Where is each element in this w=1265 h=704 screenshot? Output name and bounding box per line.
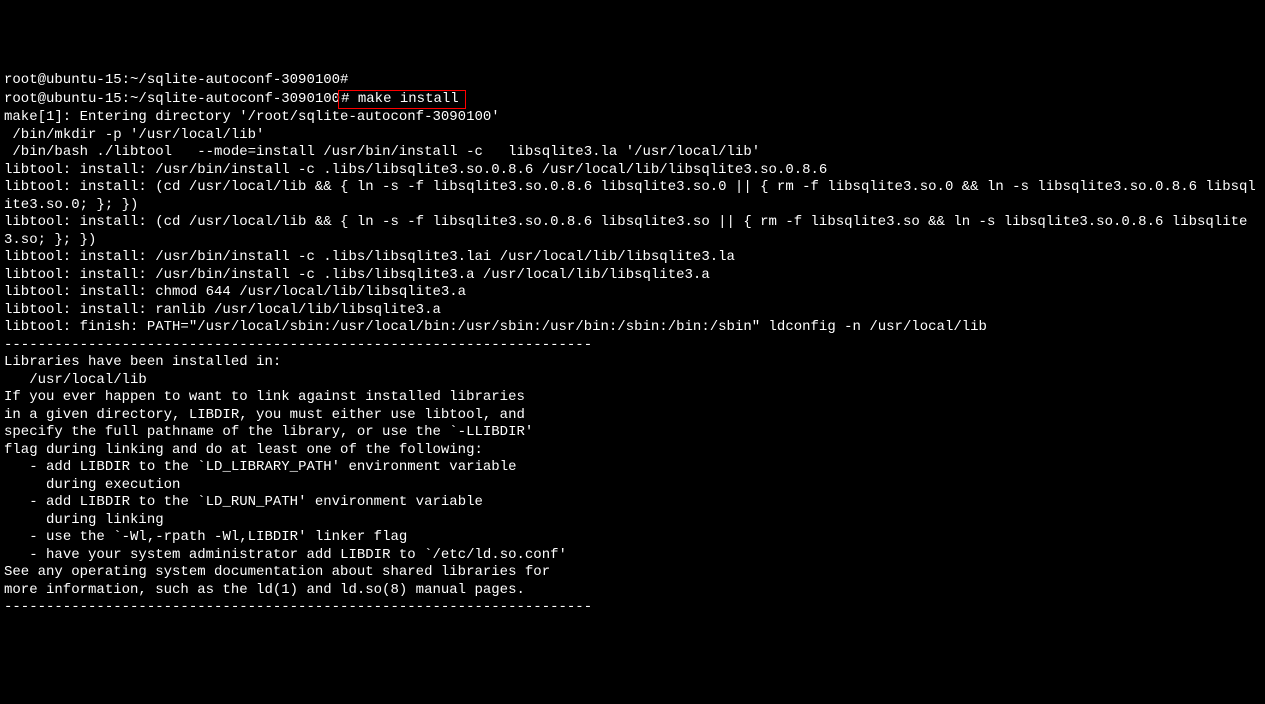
command-highlight-box: # make install — [338, 90, 466, 110]
output-line: libtool: install: /usr/bin/install -c .l… — [4, 249, 1261, 267]
prompt-text: root@ubuntu-15:~/sqlite-autoconf-3090100 — [4, 91, 340, 107]
output-line: - add LIBDIR to the `LD_RUN_PATH' enviro… — [4, 494, 1261, 512]
output-line: If you ever happen to want to link again… — [4, 389, 1261, 407]
output-line: libtool: install: /usr/bin/install -c .l… — [4, 162, 1261, 180]
output-line: - have your system administrator add LIB… — [4, 547, 1261, 565]
output-line: specify the full pathname of the library… — [4, 424, 1261, 442]
output-line: libtool: finish: PATH="/usr/local/sbin:/… — [4, 319, 1261, 337]
output-line: during execution — [4, 477, 1261, 495]
output-line: libtool: install: chmod 644 /usr/local/l… — [4, 284, 1261, 302]
output-line: in a given directory, LIBDIR, you must e… — [4, 407, 1261, 425]
prompt-line-empty: root@ubuntu-15:~/sqlite-autoconf-3090100… — [4, 72, 1261, 90]
output-line: /usr/local/lib — [4, 372, 1261, 390]
output-line: flag during linking and do at least one … — [4, 442, 1261, 460]
output-line: libtool: install: (cd /usr/local/lib && … — [4, 179, 1261, 214]
output-line: make[1]: Entering directory '/root/sqlit… — [4, 109, 1261, 127]
output-line: libtool: install: ranlib /usr/local/lib/… — [4, 302, 1261, 320]
output-line: - add LIBDIR to the `LD_LIBRARY_PATH' en… — [4, 459, 1261, 477]
output-line: ----------------------------------------… — [4, 337, 1261, 355]
output-line: libtool: install: /usr/bin/install -c .l… — [4, 267, 1261, 285]
output-line: ----------------------------------------… — [4, 599, 1261, 617]
terminal-output[interactable]: root@ubuntu-15:~/sqlite-autoconf-3090100… — [4, 72, 1261, 617]
output-line: - use the `-Wl,-rpath -Wl,LIBDIR' linker… — [4, 529, 1261, 547]
output-line: more information, such as the ld(1) and … — [4, 582, 1261, 600]
output-line: Libraries have been installed in: — [4, 354, 1261, 372]
output-line: /bin/mkdir -p '/usr/local/lib' — [4, 127, 1261, 145]
output-line: See any operating system documentation a… — [4, 564, 1261, 582]
output-line: /bin/bash ./libtool --mode=install /usr/… — [4, 144, 1261, 162]
prompt-line-command: root@ubuntu-15:~/sqlite-autoconf-3090100… — [4, 90, 1261, 110]
output-line: libtool: install: (cd /usr/local/lib && … — [4, 214, 1261, 249]
output-line: during linking — [4, 512, 1261, 530]
